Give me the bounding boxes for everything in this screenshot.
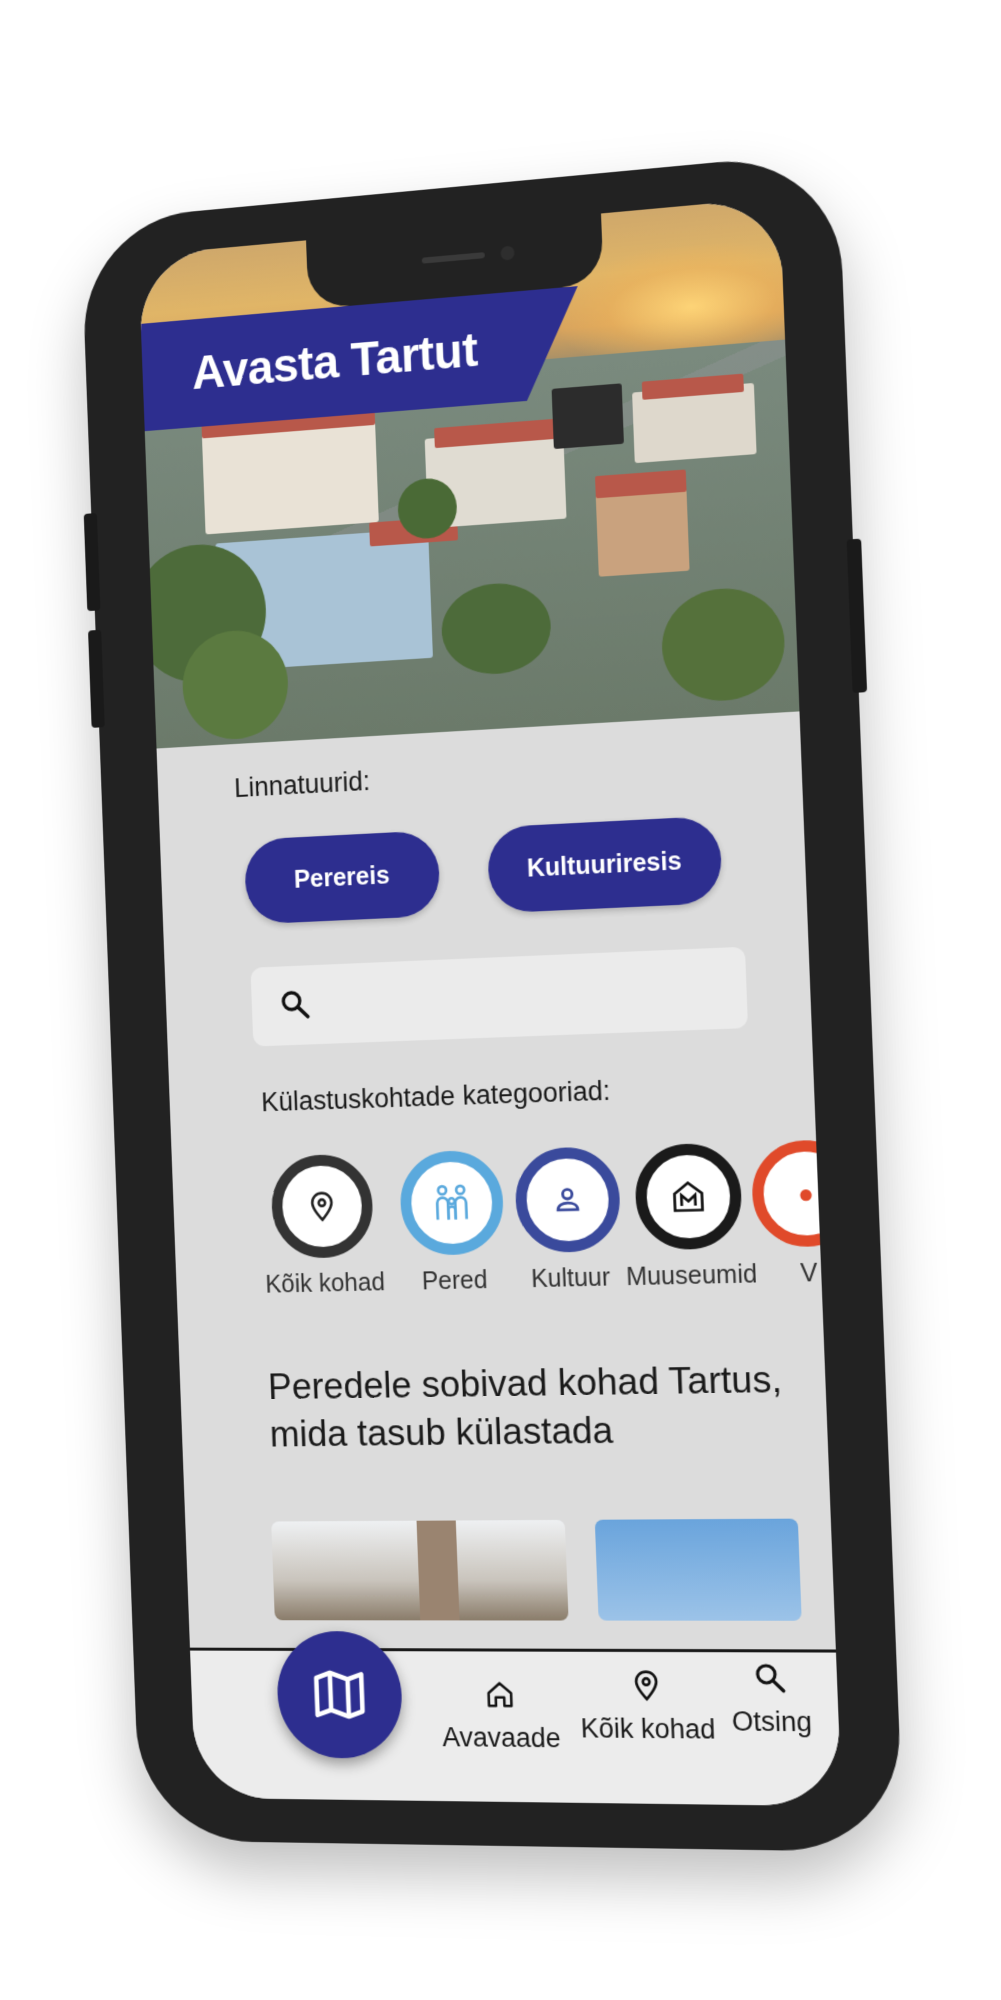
place-card[interactable] — [594, 1518, 802, 1621]
culture-tour-button[interactable]: Kultuuriresis — [486, 815, 723, 914]
tree — [660, 584, 787, 705]
nav-label: Otsing — [731, 1706, 813, 1738]
app-title: Avasta Tartut — [190, 323, 479, 400]
place-card[interactable] — [271, 1519, 569, 1621]
category-list: Kõik kohad Pered Kultuur Muuseumid ● V — [172, 1138, 842, 1326]
nav-all-places[interactable]: Kõik kohad — [578, 1668, 716, 1746]
category-icon: ● — [797, 1177, 815, 1209]
category-circle — [513, 1146, 622, 1254]
category-label: Kõik kohad — [264, 1268, 386, 1299]
tours-label: Linnatuurid: — [233, 766, 371, 804]
section-heading: Peredele sobivad kohad Tartus, mida tasu… — [267, 1358, 783, 1455]
category-all-places[interactable]: Kõik kohad — [253, 1153, 394, 1300]
categories-label: Külastuskohtade kategooriad: — [260, 1075, 611, 1118]
museum-icon — [669, 1178, 707, 1215]
home-icon — [482, 1677, 517, 1711]
category-circle — [269, 1153, 375, 1259]
map-icon — [308, 1664, 370, 1726]
family-icon — [429, 1180, 474, 1225]
category-circle — [398, 1149, 505, 1256]
tree — [440, 580, 553, 678]
person-icon — [550, 1182, 585, 1217]
search-icon — [752, 1660, 788, 1695]
speaker-grille — [421, 252, 485, 264]
main-content: Linnatuurid: Perereis Kultuuriresis Küla… — [157, 711, 842, 1806]
nav-label: Avavaade — [441, 1722, 562, 1754]
search-icon — [278, 987, 312, 1022]
nav-search[interactable]: Otsing — [730, 1660, 813, 1738]
bottom-navigation: Avavaade Kõik kohad Otsing — [189, 1631, 842, 1807]
family-tour-button[interactable]: Perereis — [243, 830, 441, 925]
location-pin-icon — [305, 1189, 339, 1224]
card-image — [416, 1520, 460, 1621]
category-circle — [633, 1142, 744, 1251]
search-input[interactable] — [250, 946, 749, 1047]
phone-mockup: Avasta Tartut Linnatuurid: Perereis Kult… — [80, 150, 904, 1853]
location-pin-icon — [628, 1668, 664, 1703]
nav-home[interactable]: Avavaade — [440, 1677, 561, 1754]
front-camera — [500, 245, 515, 261]
app-screen: Avasta Tartut Linnatuurid: Perereis Kult… — [138, 197, 842, 1807]
nav-label: Kõik kohad — [580, 1713, 717, 1745]
map-button[interactable] — [275, 1631, 404, 1759]
building — [551, 383, 624, 450]
